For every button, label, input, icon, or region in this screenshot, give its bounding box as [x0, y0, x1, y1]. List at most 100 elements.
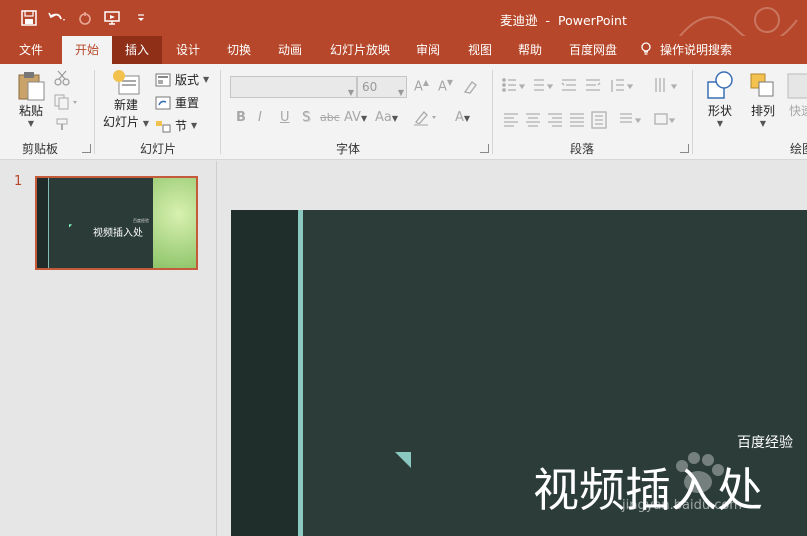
slide-left-panel: [231, 210, 298, 536]
save-icon[interactable]: [18, 8, 40, 28]
thumb-left-bar: [37, 178, 49, 268]
reset-label: 重置: [175, 96, 200, 110]
slide-thumbnail[interactable]: ◤ 百度经验 视频插入处: [35, 176, 198, 270]
layout-label: 版式: [175, 73, 200, 87]
tab-home[interactable]: 开始: [62, 36, 112, 64]
redo-icon[interactable]: [74, 8, 96, 28]
paragraph-launcher-icon[interactable]: [680, 144, 689, 153]
watermark-text: jingyan.baidu.com: [622, 498, 742, 513]
title-bar: 麦迪逊 - PowerPoint: [0, 0, 807, 64]
paste-icon: [18, 72, 45, 101]
bold-button[interactable]: B: [236, 110, 246, 125]
paste-dropdown-icon: ▼: [27, 119, 35, 128]
change-case-dropdown-icon: ▼: [391, 114, 399, 123]
paste-button[interactable]: 粘贴 ▼: [14, 70, 48, 128]
shapes-icon: [707, 71, 733, 99]
layout-dropdown-icon: ▼: [203, 75, 210, 84]
font-color-button[interactable]: A▼: [455, 110, 470, 125]
tab-file[interactable]: 文件: [10, 36, 52, 64]
copy-icon[interactable]: [54, 94, 80, 113]
character-spacing-button[interactable]: AV▼: [344, 110, 367, 125]
arrange-label: 排列: [750, 104, 775, 118]
title-file: 麦迪逊: [500, 13, 538, 28]
tab-help[interactable]: 帮助: [508, 36, 552, 64]
group-divider: [692, 70, 693, 154]
customize-icon[interactable]: [130, 8, 152, 28]
shapes-button[interactable]: 形状 ▼: [700, 70, 740, 128]
arrange-icon: [750, 73, 774, 97]
section-dropdown-icon: ▼: [191, 121, 198, 130]
paste-label: 粘贴: [18, 104, 43, 118]
ribbon-tabs: 文件 开始 插入 设计 切换 动画 幻灯片放映 审阅 视图 帮助 百度网盘 操作…: [0, 36, 807, 64]
group-divider: [94, 70, 95, 154]
font-launcher-icon[interactable]: [480, 144, 489, 153]
tell-me-label: 操作说明搜索: [660, 43, 733, 57]
clipboard-launcher-icon[interactable]: [82, 144, 91, 153]
thumb-green-panel: [153, 178, 196, 268]
font-color-glyph: A: [455, 110, 464, 125]
slide-number: 1: [14, 174, 23, 189]
font-group-label: 字体: [335, 142, 360, 156]
drawing-group-label: 绘图: [790, 142, 807, 156]
new-slide-dropdown-icon: ▼: [142, 119, 149, 128]
presenter-icon[interactable]: [102, 8, 124, 28]
change-case-glyph: Aa: [375, 110, 392, 125]
tab-transitions[interactable]: 切换: [216, 36, 262, 64]
font-size-select[interactable]: 60 ▼: [357, 76, 407, 98]
cut-icon[interactable]: [54, 70, 70, 89]
undo-icon[interactable]: [46, 8, 68, 28]
section-label: 节: [175, 119, 188, 133]
title-app: PowerPoint: [558, 13, 627, 28]
slide-corner-mark: [395, 452, 411, 468]
reset-button[interactable]: 重置: [155, 94, 199, 111]
grow-font-button[interactable]: A▲: [414, 78, 429, 94]
arrange-button[interactable]: 排列 ▼: [744, 70, 782, 128]
new-slide-button[interactable]: 新建 幻灯片 ▼: [102, 70, 150, 130]
tab-review[interactable]: 审阅: [406, 36, 450, 64]
tab-insert[interactable]: 插入: [112, 36, 162, 64]
strikethrough-button[interactable]: abc: [320, 111, 340, 124]
italic-button[interactable]: I: [258, 110, 262, 125]
shrink-font-glyph: A: [438, 79, 447, 95]
font-color-dropdown-icon: ▼: [463, 114, 471, 123]
shrink-font-button[interactable]: A▼: [438, 78, 453, 94]
tab-slideshow[interactable]: 幻灯片放映: [322, 36, 398, 64]
change-case-button[interactable]: Aa▼: [375, 110, 398, 125]
quick-styles-button[interactable]: 快速: [786, 70, 807, 119]
underline-button[interactable]: U: [280, 110, 290, 125]
format-painter-icon[interactable]: [54, 118, 70, 135]
layout-button[interactable]: 版式 ▼: [155, 71, 209, 88]
section-icon: [156, 120, 171, 132]
shadow-button[interactable]: S: [302, 110, 310, 125]
section-button[interactable]: 节 ▼: [155, 117, 197, 134]
tab-design[interactable]: 设计: [165, 36, 211, 64]
thumb-title: 视频插入处: [93, 228, 143, 239]
font-size-value: 60: [362, 80, 378, 94]
group-divider: [492, 70, 493, 154]
title-separator: -: [545, 13, 551, 28]
quick-access-toolbar: [18, 8, 152, 28]
paragraph-controls[interactable]: [500, 76, 685, 136]
shapes-label: 形状: [707, 104, 732, 118]
tab-baidu-netdisk[interactable]: 百度网盘: [560, 36, 626, 64]
lightbulb-icon: [640, 36, 652, 64]
clear-formatting-icon[interactable]: [463, 79, 479, 98]
character-spacing-glyph: AV: [344, 110, 361, 125]
tell-me-search[interactable]: 操作说明搜索: [640, 36, 780, 64]
reset-icon: [155, 96, 171, 109]
highlight-icon[interactable]: [412, 108, 440, 129]
window-title: 麦迪逊 - PowerPoint: [500, 10, 635, 29]
grow-font-glyph: A: [414, 79, 423, 95]
watermark-paw-icon: [676, 452, 724, 493]
tab-view[interactable]: 视图: [458, 36, 502, 64]
font-name-dropdown-icon: ▼: [347, 88, 354, 97]
layout-icon: [155, 73, 171, 86]
font-name-select[interactable]: ▼: [230, 76, 357, 98]
new-slide-label-1: 新建: [113, 98, 138, 112]
slide-subtitle[interactable]: 百度经验: [737, 432, 793, 452]
ribbon: 粘贴 ▼ 剪贴板 新建 幻灯片 ▼ 版式 ▼ 重置 节 ▼ 幻灯片 ▼ 60 ▼ A…: [0, 64, 807, 160]
shapes-dropdown-icon: ▼: [716, 119, 724, 128]
slide-accent-line: [298, 210, 303, 536]
tab-animations[interactable]: 动画: [267, 36, 313, 64]
paragraph-group-label: 段落: [569, 142, 594, 156]
